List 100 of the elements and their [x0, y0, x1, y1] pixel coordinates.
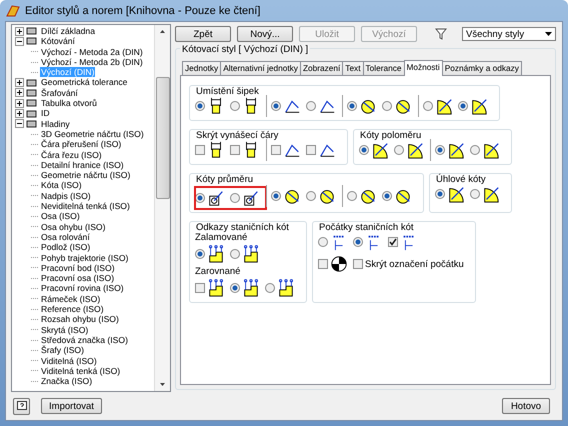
tree-item[interactable]: 3D Geometrie náčrtu (ISO)	[40, 128, 145, 140]
tree-item[interactable]: Pohyb trajektorie (ISO)	[40, 252, 130, 263]
checkbox[interactable]	[318, 259, 328, 269]
checkbox[interactable]	[388, 237, 398, 247]
category-icon	[26, 36, 37, 46]
dimension-diagram-icon	[394, 187, 412, 205]
checkbox[interactable]	[306, 145, 316, 155]
tab[interactable]: Zobrazení	[300, 61, 344, 75]
tab[interactable]: Poznámky a odkazy	[442, 61, 522, 75]
radio-button[interactable]	[318, 237, 328, 247]
radio-button[interactable]	[230, 249, 240, 259]
radio-button[interactable]	[423, 101, 433, 111]
frame-title: Kótovací styl [ Výchozí (DIN) ]	[180, 44, 310, 55]
radio-button[interactable]	[265, 283, 275, 293]
dimension-diagram-icon	[447, 185, 465, 203]
scrollbar[interactable]	[154, 25, 170, 391]
radio-button[interactable]	[382, 191, 392, 201]
tree-item[interactable]: Pracovní osa (ISO)	[40, 273, 116, 284]
expand-icon[interactable]	[15, 26, 24, 36]
tree-item[interactable]: Nadpis (ISO)	[40, 190, 92, 202]
tree-item[interactable]: Osa (ISO)	[40, 211, 81, 222]
tree-item[interactable]: Čára přerušení (ISO)	[40, 139, 122, 150]
radio-button[interactable]	[195, 249, 205, 259]
tree-item[interactable]: Geometrie náčrtu (ISO)	[40, 170, 132, 180]
tree-item[interactable]: Podlož (ISO)	[40, 242, 92, 253]
expand-icon[interactable]	[15, 88, 24, 98]
expand-icon[interactable]	[15, 78, 24, 88]
import-button[interactable]: Importovat	[41, 398, 102, 414]
tree-item[interactable]: Viditelná tenká (ISO)	[40, 366, 122, 376]
tree-item[interactable]: Osa ohybu (ISO)	[40, 222, 106, 232]
tree-item[interactable]: Dílčí základna	[40, 26, 96, 36]
radio-button[interactable]	[230, 101, 240, 111]
tree-item[interactable]: Šrafy (ISO)	[40, 345, 85, 356]
tab[interactable]: Alternativní jednotky	[220, 61, 301, 75]
tree-item[interactable]: Výchozí - Metoda 2a (DIN)	[40, 46, 144, 57]
radio-button[interactable]	[359, 145, 369, 155]
filter-icon[interactable]	[435, 28, 447, 40]
radio-button[interactable]	[382, 101, 392, 111]
radio-button[interactable]	[435, 145, 445, 155]
tree-item[interactable]: Kóta (ISO)	[40, 180, 83, 191]
tree-item[interactable]: Geometrická tolerance	[40, 77, 128, 88]
tree-item[interactable]: Značka (ISO)	[40, 376, 94, 386]
toolbar-button[interactable]: Nový...	[237, 26, 293, 42]
dimension-diagram-icon	[207, 279, 225, 297]
radio-button[interactable]	[394, 145, 404, 155]
tree-item[interactable]: Čára řezu (ISO)	[40, 150, 103, 160]
dimension-diagram-icon	[482, 141, 500, 159]
tree-item[interactable]: Detailní hranice (ISO)	[40, 160, 125, 170]
tree-item[interactable]: Šrafování	[40, 88, 79, 98]
tree-item[interactable]: Viditelná (ISO)	[40, 356, 98, 366]
done-button[interactable]: Hotovo	[502, 398, 550, 414]
dimension-diagram-icon	[371, 141, 389, 159]
group-title: Odkazy staničních kót	[195, 222, 290, 233]
radio-button[interactable]	[306, 191, 316, 201]
tree-item[interactable]: Skrytá (ISO)	[40, 324, 90, 335]
tab[interactable]: Tolerance	[362, 61, 404, 75]
tree-item[interactable]: Tabulka otvorů	[40, 98, 98, 108]
radio-button[interactable]	[195, 101, 205, 111]
tree-item[interactable]: Reference (ISO)	[40, 304, 105, 314]
radio-button[interactable]	[347, 191, 357, 201]
radio-button[interactable]	[195, 193, 205, 203]
tree-item[interactable]: Kótování	[40, 36, 76, 47]
checkbox[interactable]	[271, 145, 281, 155]
radio-button[interactable]	[470, 145, 480, 155]
radio-button[interactable]	[435, 189, 445, 199]
filter-dropdown[interactable]: Všechny styly	[462, 27, 556, 41]
radio-button[interactable]	[271, 191, 281, 201]
collapse-icon[interactable]	[15, 119, 24, 128]
help-button[interactable]	[13, 398, 30, 414]
caret-icon	[545, 32, 552, 36]
collapse-icon[interactable]	[15, 36, 24, 46]
checkbox[interactable]	[353, 259, 363, 269]
toolbar-button[interactable]: Zpět	[175, 26, 231, 42]
tree-item[interactable]: Výchozí - Metoda 2b (DIN)	[40, 56, 144, 68]
tree-item[interactable]: Rozsah ohybu (ISO)	[40, 314, 120, 325]
checkbox[interactable]	[195, 145, 205, 155]
tree-item[interactable]: Rámeček (ISO)	[40, 294, 102, 304]
tree-item[interactable]: Středová značka (ISO)	[40, 334, 129, 346]
checkbox[interactable]	[230, 145, 240, 155]
group-title: Kóty průměru	[195, 174, 254, 185]
tab[interactable]: Možnosti	[404, 60, 443, 76]
radio-button[interactable]	[353, 237, 363, 247]
radio-button[interactable]	[230, 193, 240, 203]
tree-item[interactable]: Hladiny	[40, 118, 71, 129]
tree-item[interactable]: Pracovní bod (ISO)	[40, 262, 116, 274]
radio-button[interactable]	[470, 189, 480, 199]
tree-item[interactable]: Pracovní rovina (ISO)	[40, 283, 125, 294]
tree-item[interactable]: ID	[40, 108, 51, 119]
radio-button[interactable]	[306, 101, 316, 111]
tab[interactable]: Text	[342, 61, 364, 75]
expand-icon[interactable]	[15, 98, 24, 108]
tab[interactable]: Jednotky	[182, 61, 222, 75]
expand-icon[interactable]	[15, 109, 24, 118]
checkbox[interactable]	[195, 283, 205, 293]
tree-item[interactable]: Osa rolování	[40, 232, 91, 242]
radio-button[interactable]	[347, 101, 357, 111]
tree-item[interactable]: Neviditelná tenká (ISO)	[40, 201, 131, 212]
radio-button[interactable]	[230, 283, 240, 293]
radio-button[interactable]	[458, 101, 468, 111]
radio-button[interactable]	[271, 101, 281, 111]
